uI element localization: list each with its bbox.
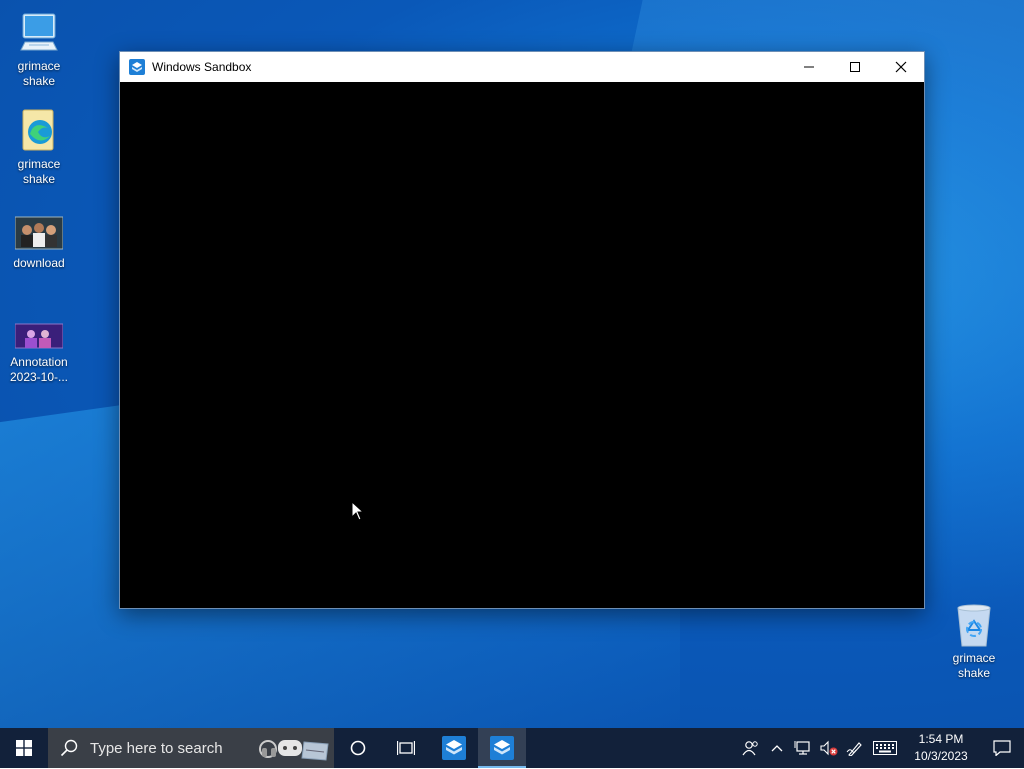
sandbox-content[interactable] [120, 82, 924, 607]
clock-date: 10/3/2023 [914, 749, 968, 763]
touch-keyboard-button[interactable] [868, 728, 902, 768]
desktop-icon-label: download [13, 256, 65, 270]
network-button[interactable] [790, 728, 816, 768]
window-title: Windows Sandbox [152, 60, 252, 74]
recycle-bin-icon [950, 602, 998, 648]
computer-icon [15, 10, 63, 56]
sandbox-icon [490, 736, 514, 760]
image-thumbnail-icon [14, 215, 64, 253]
minimize-icon [804, 66, 814, 68]
action-center-button[interactable] [980, 728, 1024, 768]
close-button[interactable] [878, 52, 924, 82]
clock-time: 1:54 PM [918, 732, 964, 746]
chevron-up-icon [771, 745, 783, 752]
desktop-icon-label: grimace shake [952, 651, 996, 680]
task-view-button[interactable] [382, 728, 430, 768]
taskbar-app-sandbox-1[interactable] [430, 728, 478, 768]
volume-muted-icon [820, 740, 838, 756]
sandbox-window[interactable]: Windows Sandbox [119, 51, 925, 609]
desktop-icon-annotation[interactable]: Annotation 2023-10-... [1, 322, 77, 385]
desktop-icon-recycle-bin[interactable]: grimace shake [936, 602, 1012, 681]
search-icon [60, 739, 78, 757]
search-highlight-icon [256, 732, 330, 764]
notification-icon [993, 740, 1011, 756]
taskbar-app-sandbox-2[interactable] [478, 728, 526, 768]
volume-button[interactable] [816, 728, 842, 768]
search-placeholder: Type here to search [90, 739, 223, 757]
edge-folder-icon [15, 108, 63, 154]
image-thumbnail-icon [14, 322, 64, 352]
cortana-circle-icon [350, 740, 366, 756]
network-icon [794, 741, 810, 755]
desktop-icon-label: grimace shake [17, 59, 61, 88]
close-icon [895, 61, 907, 73]
keyboard-icon [873, 741, 897, 755]
pen-icon [846, 742, 862, 756]
sandbox-icon [442, 736, 466, 760]
minimize-button[interactable] [786, 52, 832, 82]
sandbox-icon [129, 59, 145, 75]
desktop-icon-label: grimace shake [17, 157, 61, 186]
window-controls [786, 52, 924, 82]
desktop-icon-download[interactable]: download [1, 215, 77, 271]
people-button[interactable] [738, 728, 764, 768]
pen-workspace-button[interactable] [842, 728, 868, 768]
desktop-icon-label: Annotation 2023-10-... [9, 355, 69, 384]
desktop-icon-grimace-shake-2[interactable]: grimace shake [1, 108, 77, 187]
taskbar: Type here to search 1:54 PM 10/3/2023 [0, 728, 1024, 768]
cortana-button[interactable] [334, 728, 382, 768]
clock[interactable]: 1:54 PM 10/3/2023 [902, 731, 980, 765]
show-hidden-icons-button[interactable] [764, 728, 790, 768]
windows-logo-icon [16, 740, 32, 756]
system-tray: 1:54 PM 10/3/2023 [738, 728, 1024, 768]
title-bar[interactable]: Windows Sandbox [120, 52, 924, 82]
maximize-icon [850, 62, 860, 72]
start-button[interactable] [0, 728, 48, 768]
maximize-button[interactable] [832, 52, 878, 82]
people-icon [742, 741, 758, 756]
desktop-icon-grimace-shake-1[interactable]: grimace shake [1, 10, 77, 89]
mouse-cursor-icon [351, 500, 365, 526]
task-view-icon [397, 741, 415, 755]
search-input[interactable]: Type here to search [48, 728, 334, 768]
